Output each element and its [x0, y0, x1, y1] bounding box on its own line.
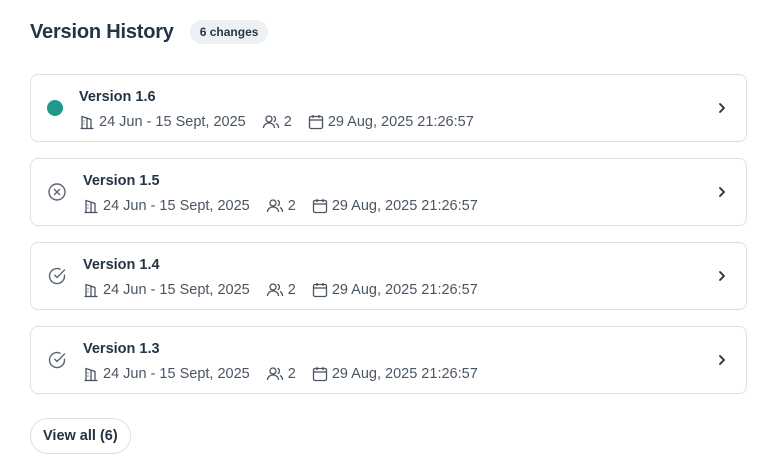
view-all-button[interactable]: View all (6) — [30, 418, 131, 454]
user-count: 2 — [262, 114, 292, 130]
version-name: Version 1.6 — [79, 88, 156, 105]
version-name: Version 1.4 — [83, 256, 160, 273]
version-card-1-3[interactable]: Version 1.3 24 Jun - 15 Sept, 2025 2 29 … — [30, 326, 747, 394]
timestamp: 29 Aug, 2025 21:26:57 — [312, 198, 478, 214]
users-icon — [266, 366, 283, 380]
calendar-icon — [312, 282, 327, 297]
version-card-1-4[interactable]: Version 1.4 24 Jun - 15 Sept, 2025 2 29 … — [30, 242, 747, 310]
chevron-right-icon[interactable] — [716, 270, 728, 282]
version-card-content: Version 1.6 24 Jun - 15 Sept, 2025 2 29 … — [79, 87, 746, 130]
date-range-text: 24 Jun - 15 Sept, 2025 — [103, 365, 250, 382]
version-list: Version 1.6 24 Jun - 15 Sept, 2025 2 29 … — [30, 74, 747, 410]
version-history-header: Version History 6 changes — [30, 20, 269, 44]
changes-count-badge: 6 changes — [189, 20, 269, 44]
chevron-right-icon[interactable] — [716, 186, 728, 198]
version-name: Version 1.3 — [83, 340, 160, 357]
date-range: 24 Jun - 15 Sept, 2025 — [83, 366, 250, 382]
status-indicator — [31, 243, 83, 309]
version-card-content: Version 1.3 24 Jun - 15 Sept, 2025 2 29 … — [83, 339, 746, 382]
chevron-right-icon[interactable] — [716, 102, 728, 114]
check-circle-icon — [48, 351, 66, 369]
user-count: 2 — [266, 366, 296, 382]
user-count-text: 2 — [287, 197, 296, 214]
version-meta: 24 Jun - 15 Sept, 2025 2 29 Aug, 2025 21… — [83, 366, 746, 382]
timestamp-text: 29 Aug, 2025 21:26:57 — [331, 197, 478, 214]
timestamp-text: 29 Aug, 2025 21:26:57 — [331, 281, 478, 298]
version-card-content: Version 1.4 24 Jun - 15 Sept, 2025 2 29 … — [83, 255, 746, 298]
version-card-1-6[interactable]: Version 1.6 24 Jun - 15 Sept, 2025 2 29 … — [30, 74, 747, 142]
status-indicator — [31, 75, 79, 141]
building-icon — [84, 199, 98, 213]
timestamp-text: 29 Aug, 2025 21:26:57 — [331, 365, 478, 382]
chevron-right-icon[interactable] — [716, 354, 728, 366]
timestamp: 29 Aug, 2025 21:26:57 — [308, 114, 474, 130]
calendar-icon — [312, 198, 327, 213]
version-history-panel: Version History 6 changes Version 1.6 24… — [0, 0, 780, 470]
date-range-text: 24 Jun - 15 Sept, 2025 — [103, 281, 250, 298]
status-indicator — [31, 159, 83, 225]
building-icon — [84, 283, 98, 297]
users-icon — [262, 114, 279, 128]
version-name: Version 1.5 — [83, 172, 160, 189]
date-range: 24 Jun - 15 Sept, 2025 — [83, 198, 250, 214]
timestamp-text: 29 Aug, 2025 21:26:57 — [327, 113, 474, 130]
active-status-dot-icon — [47, 100, 63, 116]
date-range: 24 Jun - 15 Sept, 2025 — [83, 282, 250, 298]
timestamp: 29 Aug, 2025 21:26:57 — [312, 366, 478, 382]
version-card-content: Version 1.5 24 Jun - 15 Sept, 2025 2 29 … — [83, 171, 746, 214]
user-count-text: 2 — [287, 281, 296, 298]
calendar-icon — [312, 366, 327, 381]
version-card-1-5[interactable]: Version 1.5 24 Jun - 15 Sept, 2025 2 29 … — [30, 158, 747, 226]
version-meta: 24 Jun - 15 Sept, 2025 2 29 Aug, 2025 21… — [83, 282, 746, 298]
users-icon — [266, 198, 283, 212]
check-circle-icon — [48, 267, 66, 285]
user-count-text: 2 — [287, 365, 296, 382]
x-circle-icon — [48, 183, 66, 201]
user-count: 2 — [266, 198, 296, 214]
user-count: 2 — [266, 282, 296, 298]
date-range: 24 Jun - 15 Sept, 2025 — [79, 114, 246, 130]
page-title: Version History — [30, 20, 174, 43]
users-icon — [266, 282, 283, 296]
status-indicator — [31, 327, 83, 393]
version-meta: 24 Jun - 15 Sept, 2025 2 29 Aug, 2025 21… — [79, 114, 746, 130]
building-icon — [80, 115, 94, 129]
version-meta: 24 Jun - 15 Sept, 2025 2 29 Aug, 2025 21… — [83, 198, 746, 214]
building-icon — [84, 367, 98, 381]
date-range-text: 24 Jun - 15 Sept, 2025 — [103, 197, 250, 214]
calendar-icon — [308, 114, 323, 129]
user-count-text: 2 — [283, 113, 292, 130]
timestamp: 29 Aug, 2025 21:26:57 — [312, 282, 478, 298]
date-range-text: 24 Jun - 15 Sept, 2025 — [99, 113, 246, 130]
